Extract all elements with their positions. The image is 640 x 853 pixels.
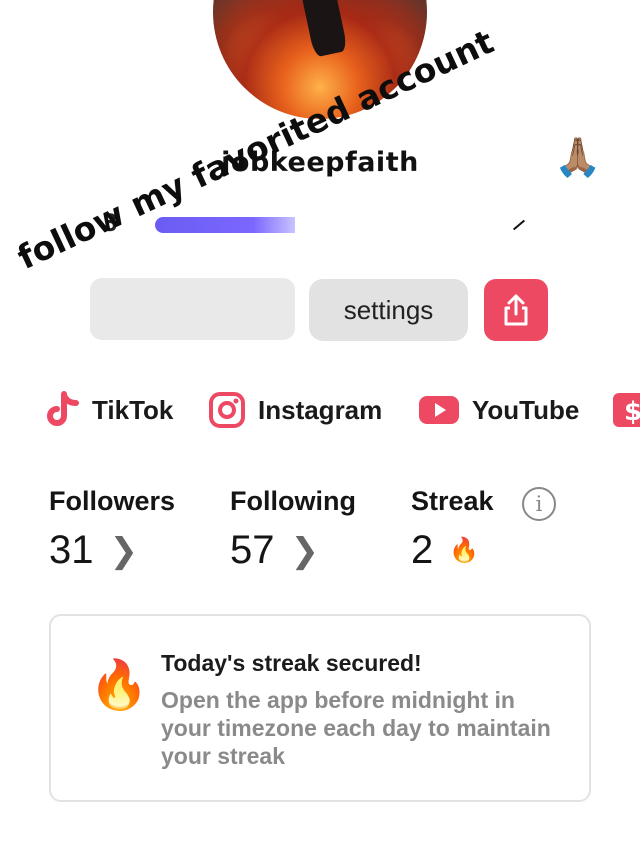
praying-hands-icon: 🙏🏽 (554, 135, 602, 179)
avatar-figure (296, 0, 348, 58)
social-tiktok[interactable]: TikTok (46, 386, 173, 434)
instagram-icon (209, 392, 245, 428)
social-youtube[interactable]: YouTube (418, 386, 579, 434)
streak-card-title: Today's streak secured! (161, 650, 422, 676)
fire-icon: 🔥 (449, 537, 480, 564)
following-value: 57 (230, 528, 275, 572)
dollar-icon: $ (613, 393, 640, 427)
edit-profile-button[interactable] (90, 278, 295, 340)
streak-card-body: Open the app before midnight in your tim… (161, 687, 551, 769)
fire-icon: 🔥 (89, 657, 149, 713)
followers-count[interactable]: 31 ❯ (49, 528, 138, 573)
social-label: YouTube (472, 394, 580, 425)
social-label: TikTok (92, 394, 174, 425)
streak-card: 🔥 Today's streak secured! Open the app b… (49, 614, 591, 802)
settings-button[interactable]: settings (309, 279, 468, 341)
followers-label: Followers (49, 486, 176, 516)
info-icon[interactable]: i (522, 487, 556, 521)
progress-bar (155, 217, 295, 233)
streak-value: 2 (411, 528, 434, 572)
social-more[interactable]: $ (612, 386, 640, 434)
share-upload-icon (504, 294, 528, 326)
share-button[interactable] (484, 279, 548, 341)
username: jobkeepfaith (221, 147, 419, 178)
social-instagram[interactable]: Instagram (208, 386, 382, 434)
following-count[interactable]: 57 ❯ (230, 528, 319, 573)
streak-count: 2 🔥 (411, 528, 479, 573)
streak-label: Streak (411, 486, 494, 516)
tiktok-icon (47, 391, 79, 426)
following-label: Following (230, 486, 356, 516)
youtube-icon (419, 396, 459, 424)
svg-text:$: $ (624, 397, 640, 427)
followers-value: 31 (49, 528, 94, 572)
edit-pen-icon[interactable] (512, 219, 526, 231)
chevron-right-icon: ❯ (290, 530, 320, 571)
social-links: TikTok Instagram YouTube $ (0, 386, 640, 434)
chevron-right-icon: ❯ (109, 530, 139, 571)
social-label: Instagram (258, 394, 383, 425)
